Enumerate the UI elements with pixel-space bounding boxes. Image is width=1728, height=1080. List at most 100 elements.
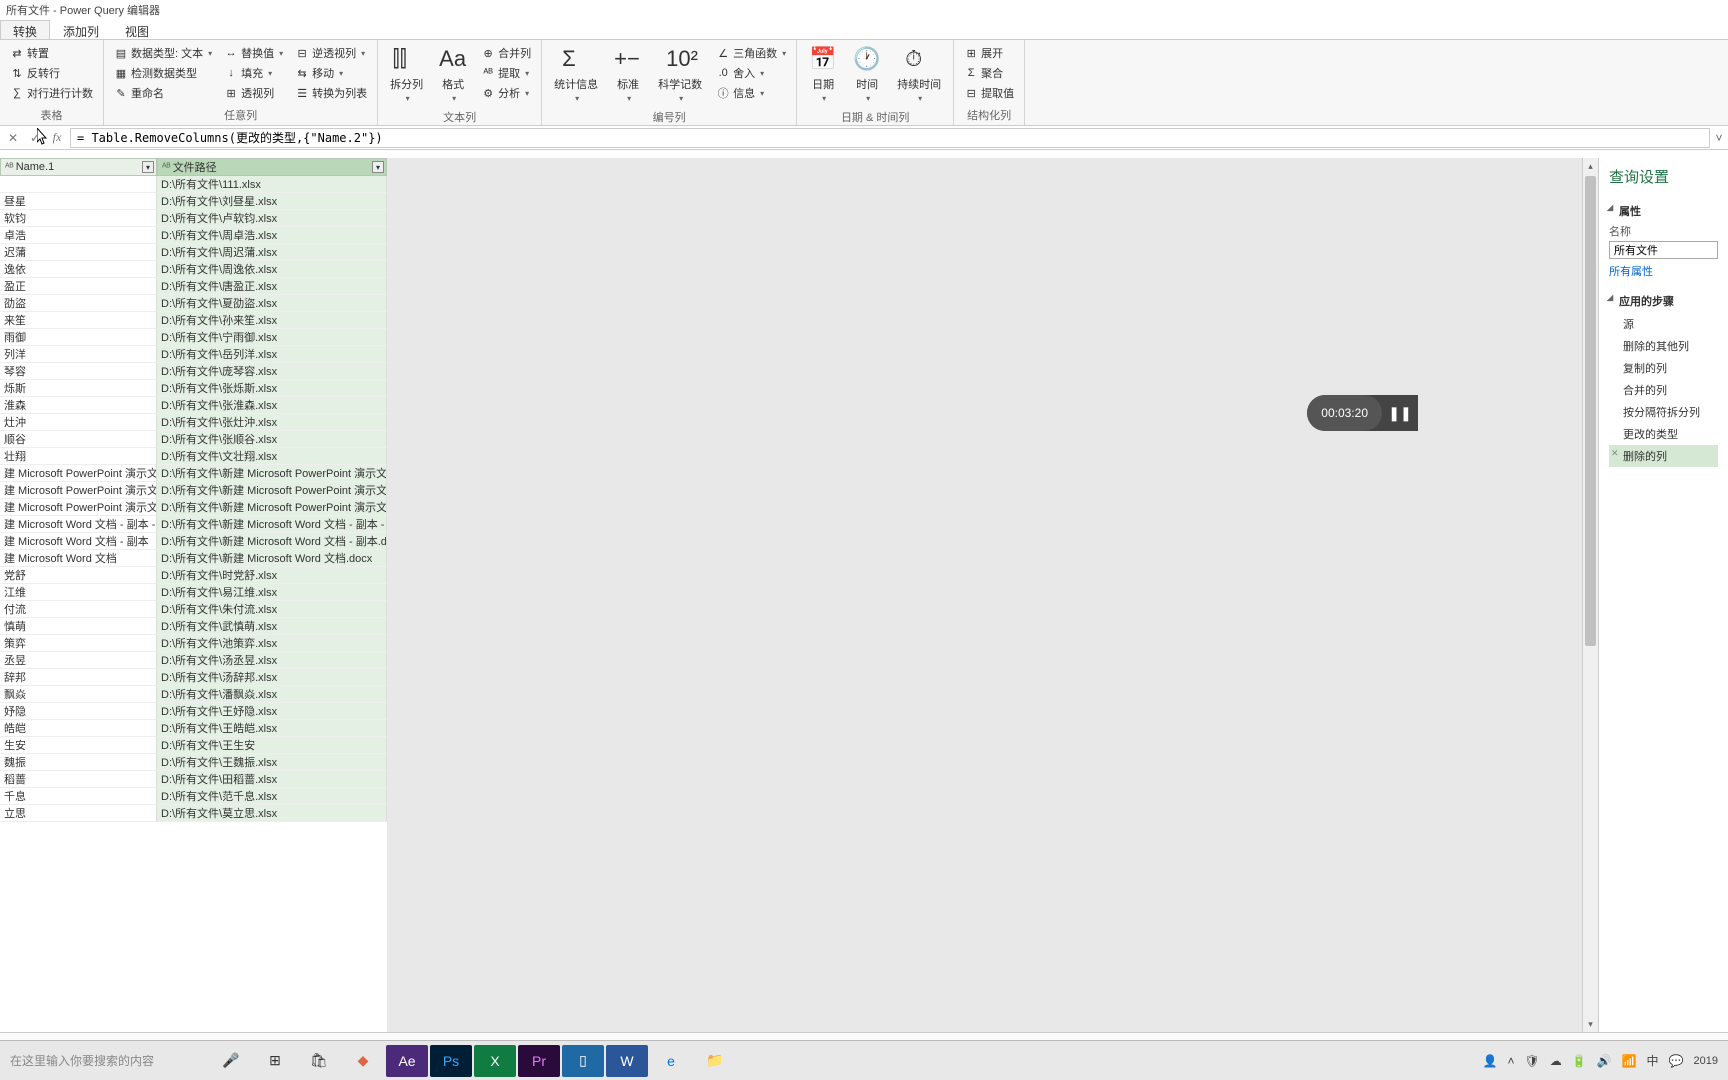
tray-people-icon[interactable]: 👤 [1482,1054,1497,1068]
applied-steps-header[interactable]: 应用的步骤 [1609,293,1718,309]
table-row[interactable]: 迟蒲D:\所有文件\周迟蒲.xlsx [0,244,387,261]
app-icon-1[interactable]: ◆ [342,1045,384,1077]
cell-filepath[interactable]: D:\所有文件\新建 Microsoft Word 文档 - 副本.docx [157,533,387,550]
tab-add-column[interactable]: 添加列 [50,20,112,39]
applied-step[interactable]: 删除的列 [1609,445,1718,467]
duration-button[interactable]: ⏱持续时间 [889,42,949,107]
cell-name[interactable]: 卓浩 [0,227,157,244]
extract-button[interactable]: ᴬᴮ提取 [479,64,533,82]
cell-filepath[interactable]: D:\所有文件\武慎萌.xlsx [157,618,387,635]
aggregate-button[interactable]: Σ聚合 [962,64,1016,82]
cell-filepath[interactable]: D:\所有文件\张顺谷.xlsx [157,431,387,448]
cell-name[interactable]: 盈正 [0,278,157,295]
table-row[interactable]: 策弈D:\所有文件\池策弈.xlsx [0,635,387,652]
info-button[interactable]: ⓘ信息 [714,84,788,102]
cell-name[interactable]: 雨御 [0,329,157,346]
cell-filepath[interactable]: D:\所有文件\张灶沖.xlsx [157,414,387,431]
cell-filepath[interactable]: D:\所有文件\周逸依.xlsx [157,261,387,278]
after-effects-icon[interactable]: Ae [386,1045,428,1077]
cell-filepath[interactable]: D:\所有文件\孙来笙.xlsx [157,312,387,329]
cell-name[interactable]: 壮翔 [0,448,157,465]
cell-name[interactable]: 建 Microsoft PowerPoint 演示文稿 - ... [0,482,157,499]
cell-filepath[interactable]: D:\所有文件\王皓皑.xlsx [157,720,387,737]
statistics-button[interactable]: Σ统计信息 [546,42,606,107]
scroll-down-button[interactable]: ▾ [1583,1016,1598,1032]
cell-name[interactable]: 迟蒲 [0,244,157,261]
reverse-rows-button[interactable]: ⇅反转行 [8,64,95,82]
table-row[interactable]: 辞邦D:\所有文件\汤辞邦.xlsx [0,669,387,686]
formula-expand-button[interactable]: ˅ [1710,131,1728,145]
recorder-pause-button[interactable]: ❚❚ [1382,395,1418,431]
tray-shield-icon[interactable]: 🛡 [1524,1054,1539,1068]
taskbar-search[interactable]: 在这里输入你要搜索的内容 [0,1052,200,1069]
detect-type-button[interactable]: ▦检测数据类型 [112,64,214,82]
cell-name[interactable]: 立思 [0,805,157,822]
cell-name[interactable]: 策弈 [0,635,157,652]
table-row[interactable]: 列洋D:\所有文件\岳列洋.xlsx [0,346,387,363]
tray-up-icon[interactable]: ˄ [1507,1054,1514,1068]
table-row[interactable]: 建 Microsoft PowerPoint 演示文稿 - ...D:\所有文件… [0,465,387,482]
cortana-mic-icon[interactable]: 🎤 [210,1045,252,1077]
table-row[interactable]: 生安D:\所有文件\王生安 [0,737,387,754]
cell-filepath[interactable]: D:\所有文件\汤丞昱.xlsx [157,652,387,669]
column-filter-name1[interactable]: ▾ [142,161,154,173]
cell-filepath[interactable]: D:\所有文件\莫立思.xlsx [157,805,387,822]
cell-filepath[interactable]: D:\所有文件\范千息.xlsx [157,788,387,805]
cell-filepath[interactable]: D:\所有文件\王妤隐.xlsx [157,703,387,720]
applied-step[interactable]: 更改的类型 [1609,423,1718,445]
table-row[interactable]: 淮森D:\所有文件\张淮森.xlsx [0,397,387,414]
to-list-button[interactable]: ☰转换为列表 [293,84,369,102]
task-view-icon[interactable]: ⊞ [254,1045,296,1077]
round-button[interactable]: .0舍入 [714,64,788,82]
app-icon-2[interactable]: ▯ [562,1045,604,1077]
cell-filepath[interactable]: D:\所有文件\张淮森.xlsx [157,397,387,414]
formula-cancel-button[interactable]: ✕ [4,129,22,147]
cell-filepath[interactable]: D:\所有文件\张烁斯.xlsx [157,380,387,397]
standard-button[interactable]: +−标准 [606,42,650,107]
table-row[interactable]: 建 Microsoft Word 文档 - 副本D:\所有文件\新建 Micro… [0,533,387,550]
cell-name[interactable]: 琴容 [0,363,157,380]
cell-filepath[interactable]: D:\所有文件\池策弈.xlsx [157,635,387,652]
photoshop-icon[interactable]: Ps [430,1045,472,1077]
time-button[interactable]: 🕐时间 [845,42,889,107]
cell-name[interactable]: 建 Microsoft Word 文档 - 副本 - 副本 [0,516,157,533]
unpivot-button[interactable]: ⊟逆透视列 [293,44,369,62]
transpose-button[interactable]: ⇄转置 [8,44,95,62]
table-row[interactable]: 建 Microsoft PowerPoint 演示文稿D:\所有文件\新建 Mi… [0,499,387,516]
cell-filepath[interactable]: D:\所有文件\朱付流.xlsx [157,601,387,618]
cell-name[interactable]: 建 Microsoft PowerPoint 演示文稿 [0,499,157,516]
cell-filepath[interactable]: D:\所有文件\易江维.xlsx [157,584,387,601]
cell-name[interactable]: 稻蔷 [0,771,157,788]
cell-filepath[interactable]: D:\所有文件\新建 Microsoft PowerPoint 演示文稿 - .… [157,482,387,499]
cell-filepath[interactable]: D:\所有文件\111.xlsx [157,176,387,193]
cell-name[interactable]: 魏振 [0,754,157,771]
tab-transform[interactable]: 转换 [0,20,50,39]
cell-filepath[interactable]: D:\所有文件\文壮翔.xlsx [157,448,387,465]
store-icon[interactable]: 🛍 [298,1045,340,1077]
tray-ime-icon[interactable]: 中 [1647,1052,1659,1069]
cell-name[interactable]: 江维 [0,584,157,601]
word-icon[interactable]: W [606,1045,648,1077]
applied-step[interactable]: 合并的列 [1609,379,1718,401]
edge-icon[interactable]: e [650,1045,692,1077]
table-row[interactable]: 来笙D:\所有文件\孙来笙.xlsx [0,312,387,329]
cell-name[interactable]: 妤隐 [0,703,157,720]
column-header-filepath[interactable]: ᴬᴮ 文件路径 ▾ [157,158,387,176]
cell-filepath[interactable]: D:\所有文件\宁雨御.xlsx [157,329,387,346]
cell-name[interactable]: 丞昱 [0,652,157,669]
split-column-button[interactable]: ⫿⫿拆分列 [382,42,431,107]
tray-battery-icon[interactable]: 🔋 [1572,1054,1587,1068]
cell-name[interactable]: 灶沖 [0,414,157,431]
cell-name[interactable]: 昼星 [0,193,157,210]
tray-volume-icon[interactable]: 🔊 [1597,1054,1612,1068]
column-header-name1[interactable]: ᴬᴮ Name.1 ▾ [0,158,157,176]
table-row[interactable]: 魏振D:\所有文件\王魏振.xlsx [0,754,387,771]
applied-step[interactable]: 源 [1609,313,1718,335]
table-row[interactable]: D:\所有文件\111.xlsx [0,176,387,193]
cell-filepath[interactable]: D:\所有文件\唐盈正.xlsx [157,278,387,295]
premiere-icon[interactable]: Pr [518,1045,560,1077]
table-row[interactable]: 盈正D:\所有文件\唐盈正.xlsx [0,278,387,295]
cell-filepath[interactable]: D:\所有文件\新建 Microsoft PowerPoint 演示文稿 - .… [157,465,387,482]
cell-name[interactable]: 建 Microsoft Word 文档 [0,550,157,567]
cell-filepath[interactable]: D:\所有文件\新建 Microsoft PowerPoint 演示文稿.ppt… [157,499,387,516]
